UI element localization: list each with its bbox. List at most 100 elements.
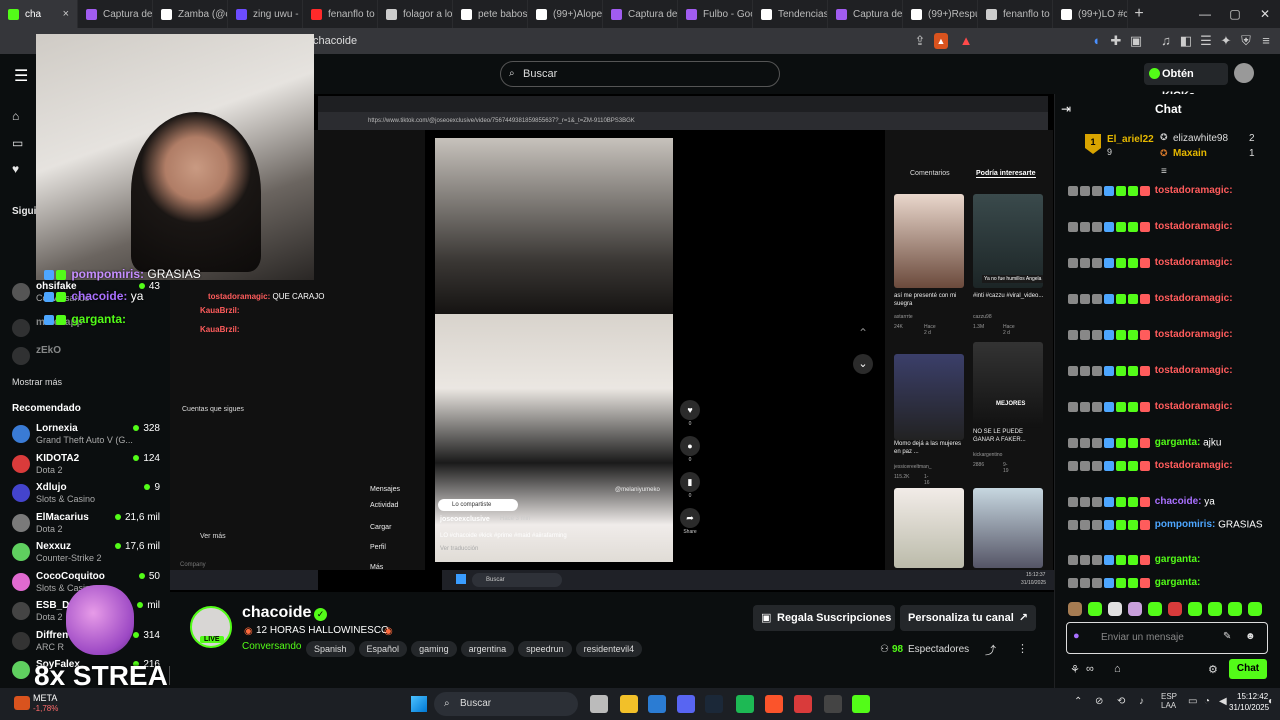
- emote-icon[interactable]: [1128, 602, 1142, 616]
- stream-tag[interactable]: gaming: [411, 641, 457, 657]
- browser-tab[interactable]: Tendencias: [753, 0, 828, 28]
- leo-ai-icon[interactable]: ✦: [1218, 33, 1234, 49]
- windows-start-icon[interactable]: [411, 696, 427, 712]
- close-tab-icon[interactable]: ×: [63, 8, 69, 20]
- browser-tab[interactable]: zing uwu -: [228, 0, 303, 28]
- search-input[interactable]: ⌕ Buscar: [500, 61, 780, 87]
- brave-rewards-icon[interactable]: ▲: [958, 33, 974, 49]
- bing-icon[interactable]: [648, 695, 666, 713]
- format-icon[interactable]: ✎: [1223, 631, 1231, 642]
- customize-channel-button[interactable]: Personaliza tu canal ↗: [900, 605, 1036, 631]
- chat-username[interactable]: pompomiris:: [1155, 519, 1216, 530]
- recommended-item[interactable]: Lornexia Grand Theft Auto V (G... 328: [0, 422, 170, 450]
- browser-tab[interactable]: cha ×: [0, 0, 78, 28]
- share-stream-icon[interactable]: ⤴: [985, 642, 996, 658]
- brave-shield-icon[interactable]: ▲: [934, 33, 948, 49]
- chat-username[interactable]: garganta:: [1155, 437, 1201, 448]
- recommended-item[interactable]: Xdlujo Slots & Casino 9: [0, 481, 170, 509]
- taskbar-search[interactable]: ⌕ Buscar: [434, 692, 578, 716]
- points-icon[interactable]: ⚘: [1070, 663, 1080, 676]
- chat-input[interactable]: ● Enviar un mensaje ✎ ☻: [1066, 622, 1268, 654]
- stream-tag[interactable]: argentina: [460, 641, 515, 657]
- discord-icon[interactable]: [677, 695, 695, 713]
- new-tab-button[interactable]: +: [1128, 5, 1150, 23]
- chat-username[interactable]: garganta:: [1155, 577, 1201, 588]
- tray-wifi-icon[interactable]: ◔: [1204, 696, 1210, 707]
- chat-username[interactable]: tostadoramagic:: [1155, 257, 1233, 268]
- stream-tag[interactable]: speedrun: [518, 641, 572, 657]
- tray-mic-icon[interactable]: ♪: [1139, 696, 1144, 707]
- chat-username[interactable]: tostadoramagic:: [1155, 185, 1233, 196]
- sidebar-toggle-icon[interactable]: ◧: [1178, 33, 1194, 49]
- chat-username[interactable]: tostadoramagic:: [1155, 460, 1233, 471]
- get-kicks-button[interactable]: Obtén KICKs: [1144, 63, 1228, 102]
- infinity-icon[interactable]: ∞: [1086, 663, 1094, 675]
- send-chat-button[interactable]: Chat: [1229, 659, 1267, 679]
- file-explorer-icon[interactable]: [620, 695, 638, 713]
- chat-username[interactable]: tostadoramagic:: [1155, 401, 1233, 412]
- collapse-chat-icon[interactable]: ⇥: [1061, 102, 1071, 116]
- obs-icon[interactable]: [824, 695, 842, 713]
- kick-icon[interactable]: [852, 695, 870, 713]
- stream-tag[interactable]: residentevil4: [575, 641, 643, 657]
- following-icon[interactable]: ♥: [12, 162, 19, 176]
- music-icon[interactable]: ♫: [1158, 33, 1174, 49]
- browser-tab[interactable]: folagor a lo: [378, 0, 453, 28]
- show-more-link[interactable]: Mostrar más: [12, 377, 62, 387]
- browser-tab[interactable]: pete babos: [453, 0, 528, 28]
- app-icon[interactable]: [794, 695, 812, 713]
- chat-username[interactable]: tostadoramagic:: [1155, 365, 1233, 376]
- minimize-icon[interactable]: —: [1190, 7, 1220, 21]
- wallet-icon[interactable]: ▣: [1128, 33, 1144, 49]
- browser-tab[interactable]: Zamba (@c: [153, 0, 228, 28]
- browse-icon[interactable]: ▭: [12, 136, 23, 150]
- store-icon[interactable]: ⌂: [1114, 663, 1121, 675]
- leader-1-name[interactable]: El_ariel22: [1107, 134, 1154, 145]
- emote-icon[interactable]: [1148, 602, 1162, 616]
- chat-username[interactable]: tostadoramagic:: [1155, 221, 1233, 232]
- brave-icon[interactable]: [765, 695, 783, 713]
- recommended-item[interactable]: Nexxuz Counter-Strike 2 17,6 mil: [0, 540, 170, 568]
- notification-icon[interactable]: ◐: [1268, 696, 1274, 707]
- browser-tab[interactable]: Fulbo - Goo: [678, 0, 753, 28]
- tray-volume-icon[interactable]: ◀: [1219, 696, 1227, 707]
- emote-icon[interactable]: [1248, 602, 1262, 616]
- emote-icon[interactable]: [1168, 602, 1182, 616]
- recommended-item[interactable]: ElMacarius Dota 2 21,6 mil: [0, 511, 170, 539]
- share-icon[interactable]: ⇪: [912, 33, 928, 49]
- stock-widget-icon[interactable]: [14, 696, 30, 710]
- tray-chevron-icon[interactable]: ⌃: [1074, 696, 1082, 707]
- emote-icon[interactable]: [1228, 602, 1242, 616]
- leader-2-name[interactable]: elizawhite98: [1173, 133, 1228, 144]
- bookmark-list-icon[interactable]: ☰: [1198, 33, 1214, 49]
- user-avatar[interactable]: [1234, 63, 1254, 83]
- emote-icon[interactable]: [1068, 602, 1082, 616]
- browser-tab[interactable]: (99+)LO #c: [1053, 0, 1128, 28]
- close-window-icon[interactable]: ✕: [1250, 7, 1280, 21]
- chat-settings-icon[interactable]: ⚙: [1208, 663, 1218, 676]
- home-icon[interactable]: ⌂: [12, 109, 19, 123]
- streamer-name[interactable]: chacoide: [242, 604, 311, 622]
- extension-icon[interactable]: ◖: [1088, 33, 1104, 49]
- browser-tab[interactable]: fenanflo to: [303, 0, 378, 28]
- browser-tab[interactable]: fenanflo to: [978, 0, 1053, 28]
- tray-network-icon[interactable]: ⊘: [1095, 696, 1103, 707]
- emote-icon[interactable]: [1188, 602, 1202, 616]
- stream-tag[interactable]: Spanish: [306, 641, 355, 657]
- browser-tab[interactable]: (99+)Alope: [528, 0, 603, 28]
- browser-tab[interactable]: Captura de: [828, 0, 903, 28]
- language-indicator[interactable]: ESP LAA: [1161, 692, 1177, 710]
- browser-tab[interactable]: Captura de: [78, 0, 153, 28]
- steam-icon[interactable]: [705, 695, 723, 713]
- vpn-icon[interactable]: ⛨: [1238, 33, 1254, 49]
- chat-username[interactable]: garganta:: [1155, 554, 1201, 565]
- menu-icon[interactable]: ≡: [1258, 33, 1274, 49]
- mic-icon[interactable]: ●: [1073, 630, 1080, 642]
- emote-icon[interactable]: [1208, 602, 1222, 616]
- browser-tab[interactable]: (99+)Respu: [903, 0, 978, 28]
- more-options-icon[interactable]: ⋮: [1017, 642, 1028, 655]
- chat-username[interactable]: tostadoramagic:: [1155, 293, 1233, 304]
- expand-leaderboard-icon[interactable]: ≡: [1161, 166, 1167, 177]
- stream-tag[interactable]: Español: [358, 641, 408, 657]
- emote-icon[interactable]: [1108, 602, 1122, 616]
